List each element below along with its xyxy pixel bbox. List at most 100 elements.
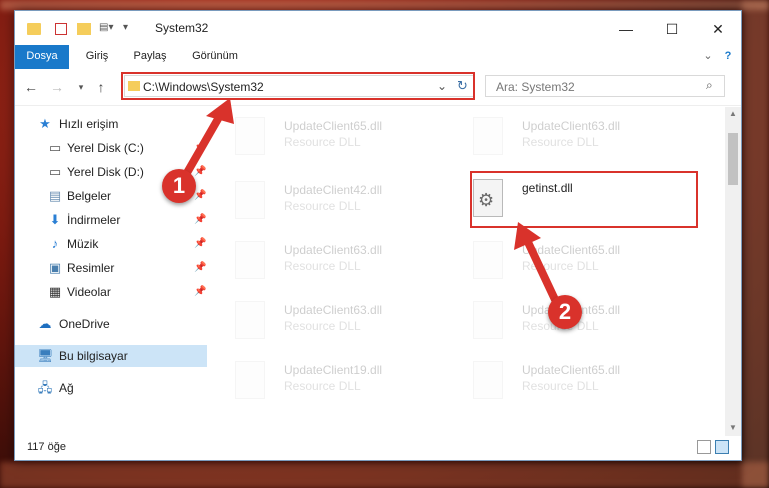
pin-icon[interactable]: 📌 — [194, 137, 206, 159]
scroll-thumb[interactable] — [728, 133, 738, 185]
details-view-icon[interactable] — [697, 440, 711, 454]
file-type: Resource DLL — [284, 259, 361, 273]
recent-locations-chevron-icon[interactable]: ▾ — [73, 79, 89, 95]
ribbon-expand-chevron-icon[interactable]: ⌄ — [701, 45, 715, 67]
address-folder-icon — [128, 81, 140, 91]
pin-icon[interactable]: 📌 — [194, 281, 206, 303]
file-type: Resource DLL — [284, 135, 361, 149]
sidebar-item-pictures[interactable]: ▣ Resimler 📌 — [15, 257, 207, 279]
sidebar-item-label: Ağ — [59, 381, 74, 395]
dll-file-icon — [235, 361, 265, 399]
list-item[interactable]: UpdateClient65.dll Resource DLL — [217, 113, 417, 163]
list-item[interactable]: UpdateClient42.dll Resource DLL — [217, 177, 417, 227]
tab-paylas[interactable]: Paylaş — [125, 45, 175, 67]
address-dropdown-chevron-icon[interactable]: ⌄ — [437, 79, 447, 93]
vertical-scrollbar[interactable]: ▲ ▼ — [725, 107, 741, 437]
sidebar-item-videos[interactable]: ▦ Videolar 📌 — [15, 281, 207, 303]
download-icon: ⬇ — [49, 212, 61, 227]
sidebar-item-music[interactable]: ♪ Müzik 📌 — [15, 233, 207, 255]
up-arrow-icon[interactable]: ↑ — [93, 79, 109, 95]
drive-icon: ▭ — [48, 140, 62, 155]
item-count: 117 öğe — [27, 441, 66, 453]
music-icon: ♪ — [51, 236, 59, 251]
file-name: UpdateClient63.dll — [284, 243, 383, 257]
maximize-button[interactable]: ☐ — [649, 15, 695, 43]
dll-file-icon — [235, 241, 265, 279]
dll-file-icon — [473, 361, 503, 399]
forward-arrow-icon[interactable]: → — [49, 79, 65, 95]
sidebar-item-local-disk-c[interactable]: ▭ Yerel Disk (C:) 📌 — [15, 137, 207, 159]
dll-file-icon — [235, 117, 265, 155]
status-bar: 117 öğe — [15, 436, 741, 460]
large-icons-view-icon[interactable] — [715, 440, 729, 454]
file-type: Resource DLL — [522, 259, 599, 273]
scroll-up-icon[interactable]: ▲ — [729, 109, 737, 118]
star-icon: ★ — [39, 116, 51, 131]
file-name: UpdateClient65.dll — [284, 119, 383, 133]
minimize-button[interactable]: — — [603, 15, 649, 43]
list-item[interactable]: UpdateClient65.dll Resource DLL — [455, 237, 655, 287]
scroll-down-icon[interactable]: ▼ — [729, 423, 737, 432]
dll-file-icon — [235, 301, 265, 339]
quick-access-chevron-icon[interactable]: ▾ — [123, 22, 128, 38]
refresh-icon[interactable]: ↻ — [457, 78, 468, 94]
pin-icon[interactable]: 📌 — [194, 257, 206, 279]
list-item[interactable]: UpdateClient63.dll Resource DLL — [217, 237, 417, 287]
documents-icon: ▤ — [48, 188, 62, 203]
pin-icon[interactable]: 📌 — [194, 233, 206, 255]
search-icon[interactable]: ⌕ — [706, 78, 713, 93]
sidebar-item-downloads[interactable]: ⬇ İndirmeler 📌 — [15, 209, 207, 231]
sidebar-item-label: Videolar — [67, 285, 111, 299]
file-name: UpdateClient65.dll — [522, 243, 621, 257]
file-name: UpdateClient19.dll — [284, 363, 383, 377]
drive-icon: ▭ — [48, 164, 62, 179]
step-1-badge: 1 — [162, 169, 196, 203]
address-bar[interactable]: C:\Windows\System32 ⌄ ↻ — [124, 75, 474, 97]
file-name: UpdateClient63.dll — [284, 303, 383, 317]
file-name: UpdateClient42.dll — [284, 183, 383, 197]
step-2-badge: 2 — [548, 295, 582, 329]
dll-file-icon — [473, 301, 503, 339]
pin-icon[interactable]: 📌 — [194, 161, 206, 183]
window-title: System32 — [155, 21, 209, 35]
list-item[interactable]: UpdateClient19.dll Resource DLL — [217, 357, 417, 407]
gear-file-icon: ⚙ — [473, 179, 503, 217]
file-type: Resource DLL — [522, 379, 599, 393]
dll-file-icon — [235, 181, 265, 219]
network-icon: 🖧 — [37, 380, 53, 395]
file-type: Resource DLL — [284, 199, 361, 213]
navigation-pane: ★ Hızlı erişim ▭ Yerel Disk (C:) 📌 ▭ Yer… — [15, 107, 211, 437]
back-arrow-icon[interactable]: ← — [23, 79, 39, 95]
sidebar-item-label: Yerel Disk (D:) — [67, 165, 144, 179]
sidebar-item-quick-access[interactable]: ★ Hızlı erişim — [15, 113, 207, 135]
list-item[interactable]: UpdateClient63.dll Resource DLL — [217, 297, 417, 347]
gear-icon: ⚙ — [478, 190, 495, 210]
address-path[interactable]: C:\Windows\System32 — [143, 80, 264, 94]
title-bar: ▤▾ ▾ System32 — ☐ ✕ — [15, 11, 741, 45]
sidebar-item-this-pc[interactable]: 🖥 Bu bilgisayar — [15, 345, 207, 367]
new-folder-icon[interactable] — [77, 23, 91, 35]
close-button[interactable]: ✕ — [695, 15, 741, 43]
tab-gorunum[interactable]: Görünüm — [185, 45, 245, 67]
pictures-icon: ▣ — [48, 260, 62, 275]
dll-file-icon — [473, 241, 503, 279]
customize-toolbar-icon[interactable]: ▤▾ — [99, 22, 115, 38]
list-item-getinst[interactable]: ⚙ getinst.dll — [455, 175, 655, 225]
list-item[interactable]: UpdateClient65.dll Resource DLL — [455, 357, 655, 407]
pin-icon[interactable]: 📌 — [194, 209, 206, 231]
search-input[interactable]: Ara: System32 — [496, 80, 575, 94]
help-icon[interactable]: ? — [720, 45, 736, 67]
list-item[interactable]: UpdateClient63.dll Resource DLL — [455, 113, 655, 163]
computer-icon: 🖥 — [37, 348, 54, 363]
file-name: UpdateClient65.dll — [522, 363, 621, 377]
sidebar-item-onedrive[interactable]: ☁ OneDrive — [15, 313, 207, 335]
sidebar-item-network[interactable]: 🖧 Ağ — [15, 377, 207, 399]
properties-icon[interactable] — [55, 23, 67, 35]
tab-giris[interactable]: Giriş — [75, 45, 119, 67]
sidebar-item-label: OneDrive — [59, 317, 110, 331]
dll-file-icon — [473, 117, 503, 155]
search-box[interactable]: Ara: System32 ⌕ — [485, 75, 725, 97]
pin-icon[interactable]: 📌 — [194, 185, 206, 207]
sidebar-item-label: Bu bilgisayar — [59, 349, 128, 363]
sidebar-item-label: Müzik — [67, 237, 99, 251]
